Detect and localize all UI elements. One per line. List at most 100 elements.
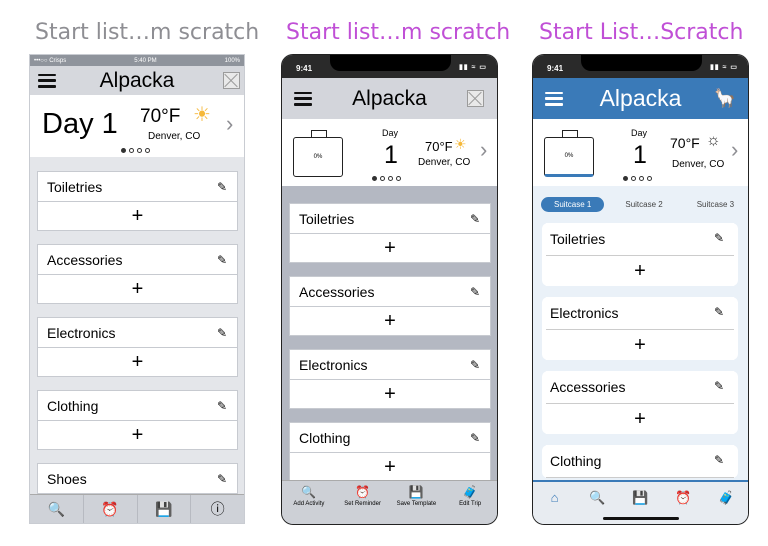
app-title: Alpacka: [99, 68, 175, 92]
add-item-button[interactable]: +: [37, 421, 238, 450]
app-header: Alpacka: [282, 78, 497, 119]
day-label: Day: [631, 128, 648, 138]
phone-screen-2: 9:41 ▮▮ ≈ ▭ Alpacka 0% Day 1 70°F ☀ Denv…: [281, 54, 498, 525]
notch: [581, 55, 702, 71]
category-row[interactable]: Clothing ✎: [37, 390, 238, 421]
chevron-right-icon[interactable]: ›: [480, 137, 487, 163]
menu-icon[interactable]: [545, 91, 563, 106]
sun-icon: ☀: [193, 104, 211, 126]
edit-pencil-icon[interactable]: ✎: [714, 379, 724, 393]
category-label: Toiletries: [47, 178, 103, 195]
category-label: Toiletries: [550, 231, 606, 247]
add-item-button[interactable]: +: [289, 453, 491, 482]
page-dots[interactable]: [121, 148, 150, 153]
search-activity-icon[interactable]: 🔍: [30, 495, 84, 523]
status-time: 9:41: [296, 64, 313, 73]
save-icon[interactable]: 💾: [138, 495, 192, 523]
trip-summary[interactable]: 0% Day 1 70°F ☼ Denver, CO ›: [533, 119, 748, 186]
suitcase-progress: 0%: [544, 130, 594, 177]
status-bar: 9:41 ▮▮ ≈ ▭: [282, 55, 497, 78]
add-item-button[interactable]: +: [289, 307, 491, 336]
edit-pencil-icon[interactable]: ✎: [217, 472, 227, 486]
edit-pencil-icon[interactable]: ✎: [217, 326, 227, 340]
tab-suitcase-1[interactable]: Suitcase 1: [541, 197, 605, 212]
edit-pencil-icon[interactable]: ✎: [217, 180, 227, 194]
category-card: Electronics ✎ +: [542, 297, 738, 360]
category-row[interactable]: Accessories ✎: [546, 371, 734, 404]
edit-pencil-icon[interactable]: ✎: [217, 399, 227, 413]
category-label: Accessories: [299, 283, 375, 300]
page-dots[interactable]: [372, 176, 401, 181]
panel-title-2: Start list…m scratch: [286, 20, 511, 45]
category-label: Clothing: [550, 453, 602, 469]
add-item-button[interactable]: +: [37, 348, 238, 377]
set-reminder-button[interactable]: ⏰ Set Reminder: [336, 481, 390, 524]
category-card: Shoes ✎: [37, 463, 238, 494]
edit-pencil-icon[interactable]: ✎: [217, 253, 227, 267]
category-row[interactable]: Clothing ✎: [289, 422, 491, 453]
luggage-edit-icon[interactable]: 🧳: [705, 482, 748, 524]
category-label: Clothing: [299, 429, 351, 446]
edit-pencil-icon[interactable]: ✎: [470, 212, 480, 226]
edit-pencil-icon[interactable]: ✎: [714, 231, 724, 245]
category-row[interactable]: Toiletries ✎: [546, 223, 734, 256]
chevron-right-icon[interactable]: ›: [226, 111, 233, 137]
image-placeholder-icon[interactable]: [223, 72, 240, 89]
category-card: Electronics ✎ +: [37, 317, 238, 377]
edit-pencil-icon[interactable]: ✎: [714, 453, 724, 467]
category-card: Accessories ✎ +: [289, 276, 491, 336]
carrier-text: •••○○ Crisps: [34, 57, 67, 64]
suitcase-tabs: Suitcase 1 Suitcase 2 Suitcase 3: [541, 197, 747, 212]
add-activity-button[interactable]: 🔍 Add Activity: [282, 481, 336, 524]
phone-screen-1: •••○○ Crisps 5:40 PM 100% Alpacka Day 1 …: [29, 54, 245, 524]
add-item-button[interactable]: +: [546, 330, 734, 360]
sun-icon: ☀: [454, 136, 467, 152]
bottom-toolbar: 🔍 ⏰ 💾 ⓘ: [30, 494, 244, 523]
category-card: Clothing ✎ +: [37, 390, 238, 450]
location: Denver, CO: [418, 157, 471, 168]
category-row[interactable]: Clothing ✎: [546, 445, 734, 478]
category-row[interactable]: Toiletries ✎: [37, 171, 238, 202]
add-item-button[interactable]: +: [289, 234, 491, 263]
category-row[interactable]: Electronics ✎: [289, 349, 491, 380]
status-bar: •••○○ Crisps 5:40 PM 100%: [30, 55, 244, 66]
save-template-button[interactable]: 💾 Save Template: [390, 481, 444, 524]
info-icon[interactable]: ⓘ: [191, 495, 244, 523]
edit-pencil-icon[interactable]: ✎: [470, 431, 480, 445]
tab-suitcase-2[interactable]: Suitcase 2: [612, 197, 675, 212]
category-row[interactable]: Electronics ✎: [37, 317, 238, 348]
category-label: Clothing: [47, 397, 99, 414]
edit-pencil-icon[interactable]: ✎: [470, 285, 480, 299]
image-placeholder-icon[interactable]: [467, 90, 484, 107]
category-row[interactable]: Accessories ✎: [289, 276, 491, 307]
edit-trip-button[interactable]: 🧳 Edit Trip: [443, 481, 497, 524]
category-card: Clothing ✎: [542, 445, 738, 478]
add-item-button[interactable]: +: [37, 275, 238, 304]
category-row[interactable]: Electronics ✎: [546, 297, 734, 330]
category-label: Electronics: [47, 324, 116, 341]
trip-summary[interactable]: 0% Day 1 70°F ☀ Denver, CO ›: [282, 119, 497, 186]
trip-summary[interactable]: Day 1 70°F ☀ Denver, CO ›: [30, 95, 244, 157]
add-item-button[interactable]: +: [546, 256, 734, 286]
alarm-icon[interactable]: ⏰: [84, 495, 138, 523]
set-reminder-label: Set Reminder: [344, 501, 381, 507]
save-icon: 💾: [408, 485, 424, 499]
edit-pencil-icon[interactable]: ✎: [470, 358, 480, 372]
home-icon[interactable]: ⌂: [533, 482, 576, 524]
menu-icon[interactable]: [38, 73, 56, 88]
bottom-toolbar: 🔍 Add Activity ⏰ Set Reminder 💾 Save Templa…: [282, 480, 497, 524]
progress-text: 0%: [564, 153, 574, 159]
tab-suitcase-3[interactable]: Suitcase 3: [684, 197, 747, 212]
add-item-button[interactable]: +: [37, 202, 238, 231]
category-row[interactable]: Shoes ✎: [37, 463, 238, 494]
category-label: Accessories: [550, 379, 626, 395]
add-item-button[interactable]: +: [289, 380, 491, 409]
chevron-right-icon[interactable]: ›: [731, 137, 738, 163]
edit-pencil-icon[interactable]: ✎: [714, 305, 724, 319]
category-row[interactable]: Accessories ✎: [37, 244, 238, 275]
category-row[interactable]: Toiletries ✎: [289, 203, 491, 234]
add-item-button[interactable]: +: [546, 404, 734, 434]
menu-icon[interactable]: [294, 91, 312, 106]
alpaca-avatar-icon[interactable]: 🦙: [714, 88, 736, 109]
page-dots[interactable]: [623, 176, 652, 181]
